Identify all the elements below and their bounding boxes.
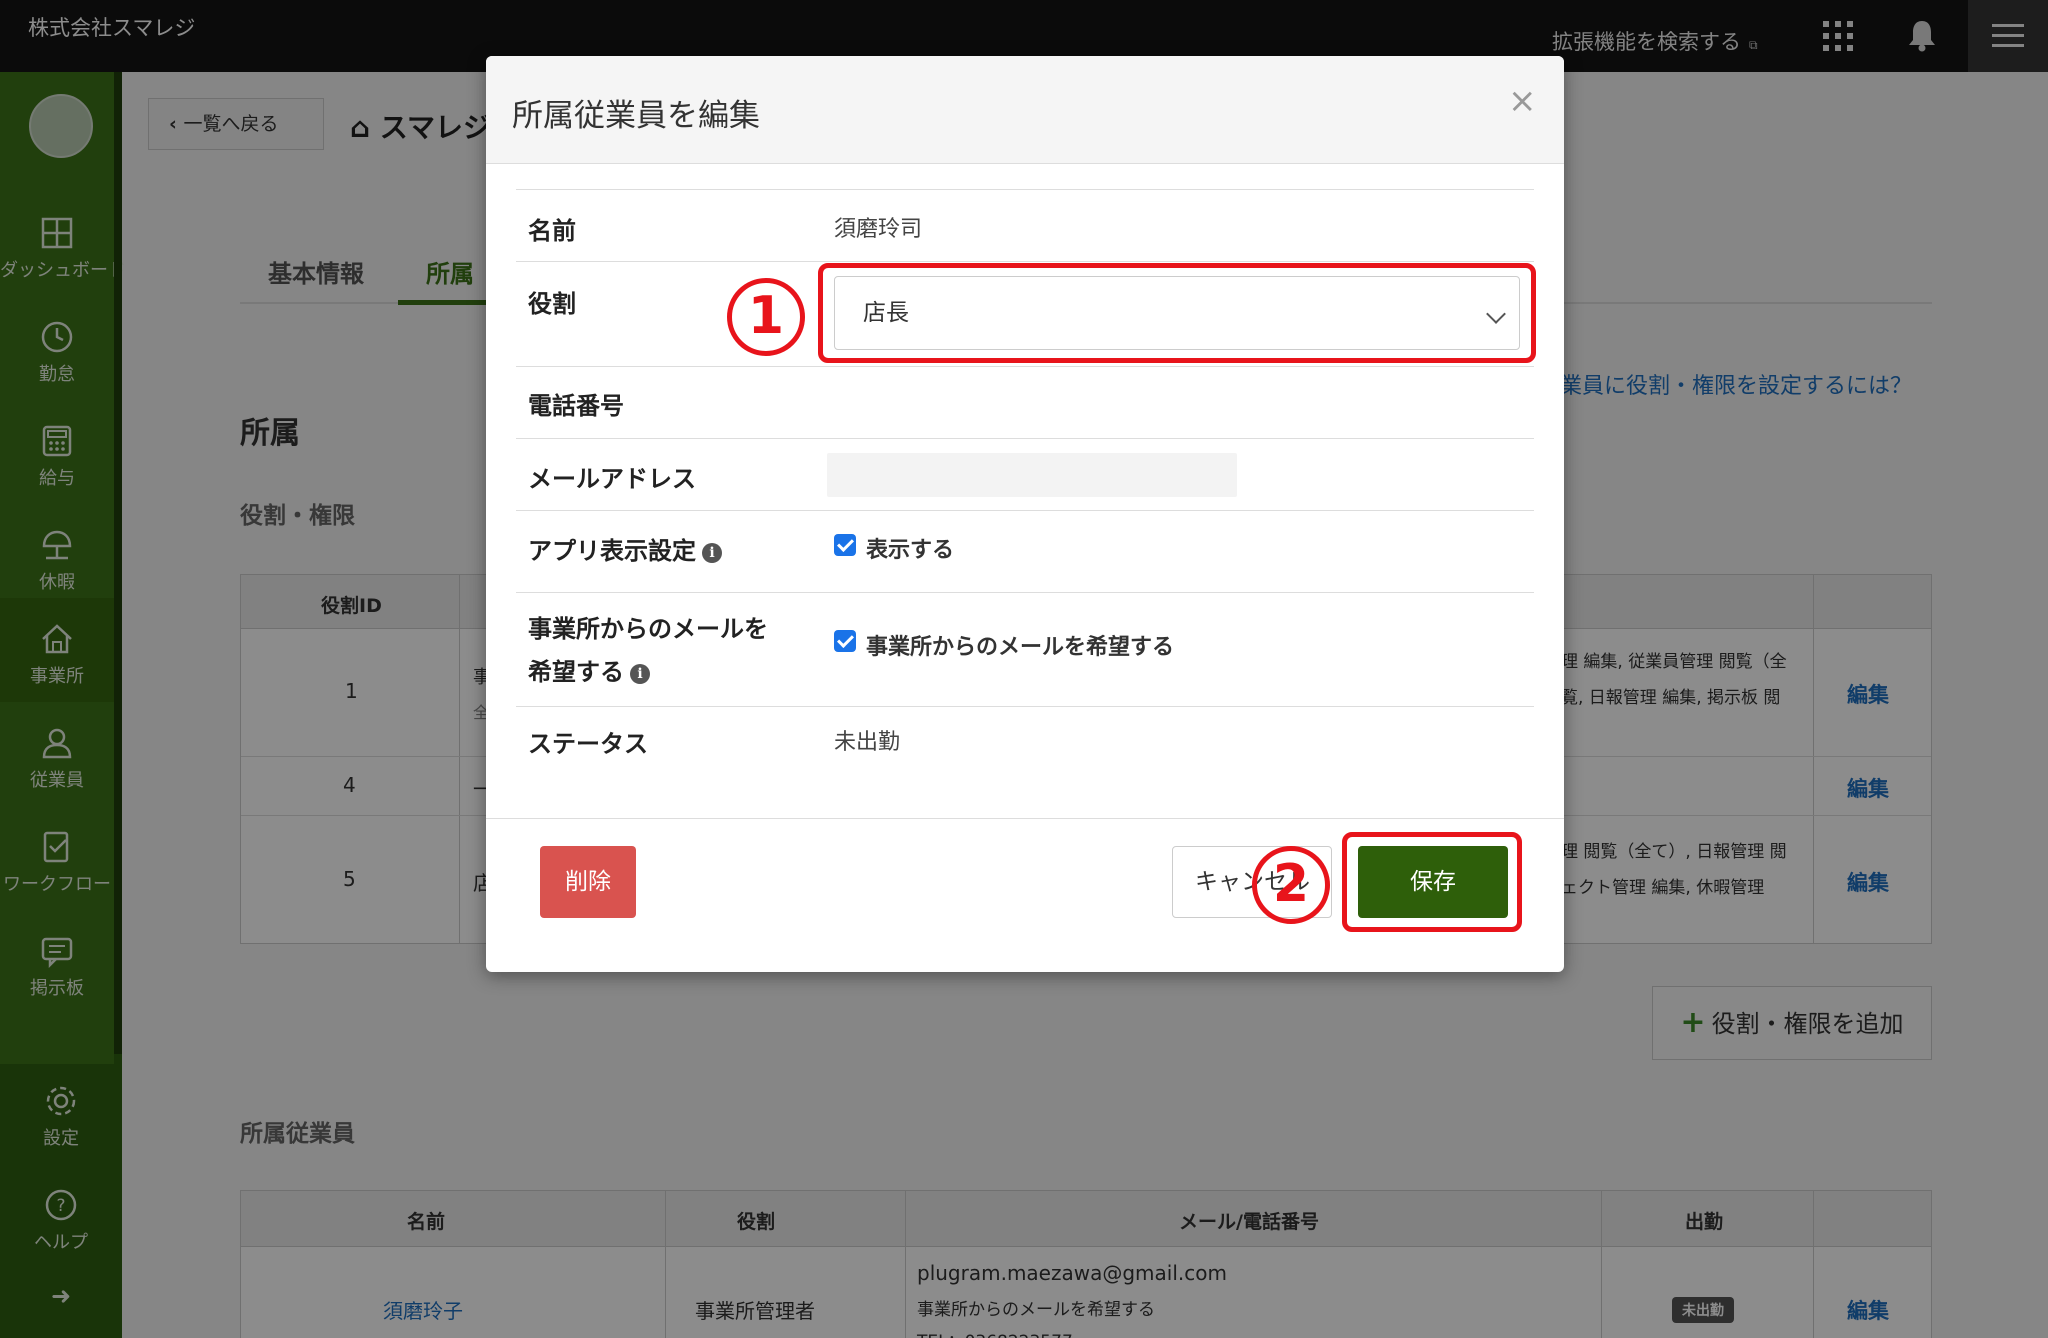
annotation-box-save: [1342, 832, 1522, 932]
status-value: 未出勤: [834, 730, 901, 755]
mail-pref-checkbox[interactable]: [834, 630, 856, 652]
annotation-step-2: 2: [1252, 846, 1330, 924]
app-display-checkbox-label[interactable]: 表示する: [866, 532, 954, 564]
annotation-step-1: 1: [727, 278, 805, 356]
name-label: 名前: [528, 217, 576, 245]
modal-title: 所属従業員を編集: [512, 98, 760, 134]
modal-header: 所属従業員を編集 ×: [486, 56, 1564, 164]
close-icon[interactable]: ×: [1508, 84, 1537, 118]
mail-pref-label-text: 希望する: [528, 658, 624, 686]
row-divider: [516, 189, 1534, 190]
annotation-box-role: [818, 263, 1536, 363]
email-value-field: [827, 453, 1237, 497]
row-divider: [516, 366, 1534, 367]
name-value: 須磨玲司: [834, 217, 923, 242]
row-divider: [516, 438, 1534, 439]
delete-button[interactable]: 削除: [540, 846, 636, 918]
row-divider: [516, 706, 1534, 707]
row-divider: [516, 261, 1534, 262]
mail-pref-label-line2: 希望する i: [528, 652, 650, 687]
row-divider: [516, 592, 1534, 593]
app-display-label-text: アプリ表示設定: [528, 537, 696, 565]
row-divider: [516, 510, 1534, 511]
modal-footer-divider: [486, 818, 1564, 819]
info-icon[interactable]: i: [702, 543, 722, 563]
mail-pref-label: 事業所からのメールを: [528, 615, 768, 643]
phone-label: 電話番号: [528, 392, 624, 420]
app-display-checkbox[interactable]: [834, 534, 856, 556]
role-label: 役割: [528, 290, 576, 318]
app-display-label: アプリ表示設定 i: [528, 531, 722, 566]
info-icon[interactable]: i: [630, 664, 650, 684]
email-label: メールアドレス: [528, 465, 696, 493]
status-label: ステータス: [528, 730, 648, 758]
mail-pref-checkbox-label[interactable]: 事業所からのメールを希望する: [866, 629, 1174, 661]
